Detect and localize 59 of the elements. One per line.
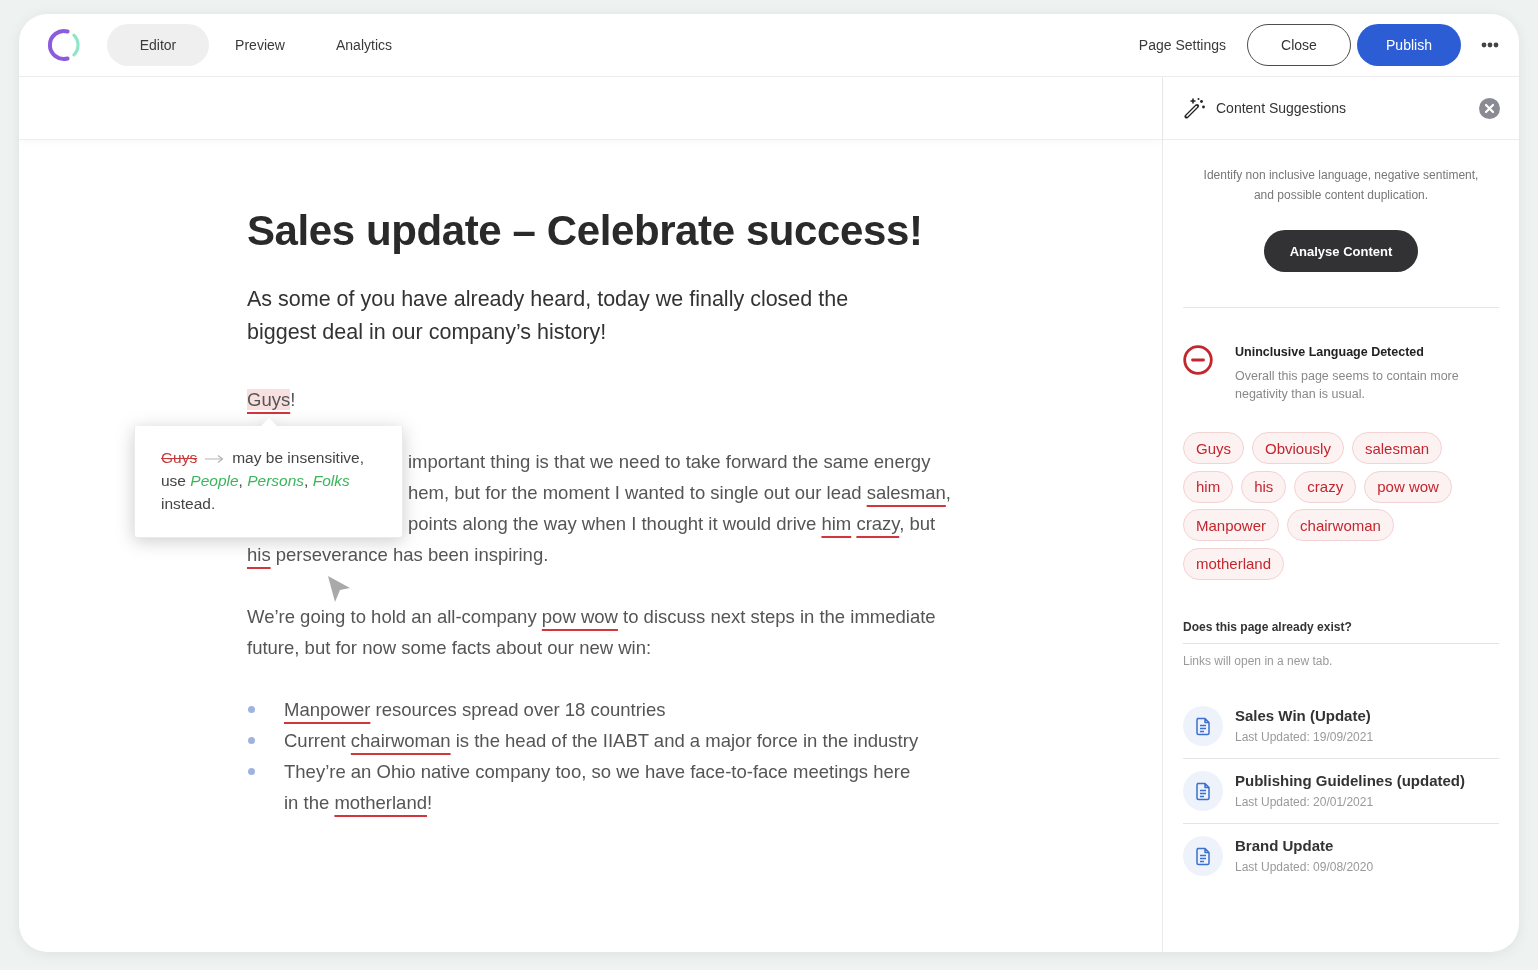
body-paragraph: We’re going to hold an all-company pow wow to discuss next steps in the immediate future, but for now some facts about our new win: <box>247 605 937 660</box>
flagged-word[interactable]: motherland <box>334 792 427 813</box>
panel-title: Content Suggestions <box>1216 100 1347 116</box>
lead-paragraph: As some of you have already heard, today we finally closed the biggest deal in our company’s history! <box>247 286 850 346</box>
page-settings-link[interactable]: Page Settings <box>1138 37 1226 53</box>
alert-title: Uninclusive Language Detected <box>1235 344 1425 361</box>
mouse-pointer-icon <box>326 574 352 604</box>
bullet-icon <box>248 768 255 775</box>
alert-message: Overall this page seems to contain more negativity than is usual. <box>1235 368 1460 403</box>
close-icon[interactable] <box>1479 97 1500 119</box>
nav-tab[interactable]: Analytics <box>311 24 418 66</box>
term-tag[interactable]: chairwoman <box>1287 509 1394 541</box>
document-icon <box>1183 705 1223 746</box>
page-link[interactable]: Sales Win (Update) <box>1235 705 1374 726</box>
more-icon[interactable] <box>1481 42 1499 48</box>
suggestion-text: Guys may be insensitive, use People, Persons, Folks instead. <box>161 448 365 514</box>
flagged-word[interactable]: salesman <box>866 482 946 503</box>
flagged-word[interactable]: chairwoman <box>350 730 451 751</box>
list-item-text: They’re an Ohio native company too, so we have face-to-face meetings here in the motherland! <box>284 760 911 815</box>
term-tag[interactable]: his <box>1241 470 1287 503</box>
last-updated-text: Last Updated: 19/09/2021 <box>1235 728 1374 746</box>
bullet-icon <box>248 706 255 713</box>
flagged-word[interactable]: his <box>247 544 271 565</box>
term-tag[interactable]: him <box>1183 470 1234 503</box>
nav-tab[interactable]: Preview <box>209 24 311 66</box>
last-updated-text: Last Updated: 20/01/2021 <box>1235 793 1375 811</box>
magic-wand-icon <box>1184 97 1206 119</box>
term-tag[interactable]: Obviously <box>1252 432 1344 464</box>
minus-circle-icon <box>1183 345 1213 375</box>
flagged-word[interactable]: crazy <box>856 513 900 534</box>
term-tag[interactable]: salesman <box>1351 432 1443 464</box>
list-item-text: Current chairwoman is the head of the IIABT and a major force in the industry <box>284 729 919 753</box>
analyse-button[interactable]: Analyse Content <box>1263 230 1419 272</box>
document-icon <box>1183 770 1223 811</box>
list-item-text: Manpower resources spread over 18 countries <box>284 698 666 722</box>
page-link[interactable]: Brand Update <box>1235 835 1374 856</box>
flagged-word[interactable]: him <box>821 513 852 534</box>
arrow-icon <box>204 453 225 464</box>
section-heading: Does this page already exist? <box>1183 618 1353 635</box>
flagged-word[interactable]: pow wow <box>541 606 618 627</box>
close-button[interactable]: Close <box>1247 24 1351 66</box>
body-paragraph: Guys! <box>247 388 297 412</box>
term-tag[interactable]: Manpower <box>1183 509 1280 541</box>
flagged-word[interactable]: Manpower <box>284 699 371 720</box>
flagged-word[interactable]: Guys <box>247 389 291 410</box>
last-updated-text: Last Updated: 09/08/2020 <box>1235 858 1374 876</box>
term-tag[interactable]: motherland <box>1183 547 1285 580</box>
document-icon <box>1183 835 1223 876</box>
term-tag[interactable]: Guys <box>1183 432 1244 464</box>
panel-description: Identify non inclusive language, negative sentiment, and possible content duplication. <box>1202 167 1480 204</box>
bullet-icon <box>248 737 255 744</box>
links-note: Links will open in a new tab. <box>1183 652 1334 669</box>
term-tag[interactable]: pow wow <box>1364 470 1452 503</box>
publish-button[interactable]: Publish <box>1357 24 1461 66</box>
nav-tab[interactable]: Editor <box>107 24 209 66</box>
page-title: Sales update – Celebrate success! <box>247 207 923 255</box>
logo-icon <box>46 27 82 63</box>
page-link[interactable]: Publishing Guidelines (updated) <box>1235 770 1465 791</box>
term-tag[interactable]: crazy <box>1294 470 1357 503</box>
